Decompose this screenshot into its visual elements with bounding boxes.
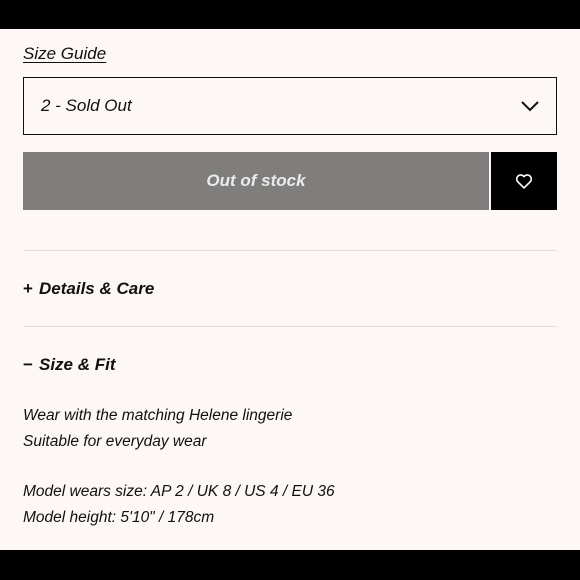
size-fit-line: Suitable for everyday wear — [23, 433, 207, 450]
size-fit-line: Model height: 5'10" / 178cm — [23, 509, 215, 526]
accordion-size-fit[interactable]: − Size & Fit — [23, 352, 557, 378]
chevron-down-icon — [521, 101, 539, 112]
size-fit-line: Model wears size: AP 2 / UK 8 / US 4 / E… — [23, 483, 335, 500]
size-fit-line: Wear with the matching Helene lingerie — [23, 407, 293, 424]
top-bar — [0, 0, 580, 29]
accordion-details-care[interactable]: + Details & Care — [23, 276, 557, 302]
size-guide-link[interactable]: Size Guide — [23, 44, 106, 64]
plus-icon: + — [23, 279, 33, 298]
size-select[interactable]: 2 - Sold Out — [23, 77, 557, 135]
accordion-title: Details & Care — [39, 279, 155, 298]
divider — [23, 250, 557, 251]
wishlist-button[interactable] — [491, 152, 557, 210]
bottom-bar — [0, 550, 580, 580]
size-select-value: 2 - Sold Out — [41, 96, 132, 115]
out-of-stock-button[interactable]: Out of stock — [23, 152, 489, 210]
product-panel: Size Guide 2 - Sold Out Out of stock + D… — [0, 29, 580, 550]
heart-icon — [515, 174, 533, 189]
divider — [23, 326, 557, 327]
accordion-title: Size & Fit — [39, 355, 116, 374]
minus-icon: − — [23, 355, 33, 374]
